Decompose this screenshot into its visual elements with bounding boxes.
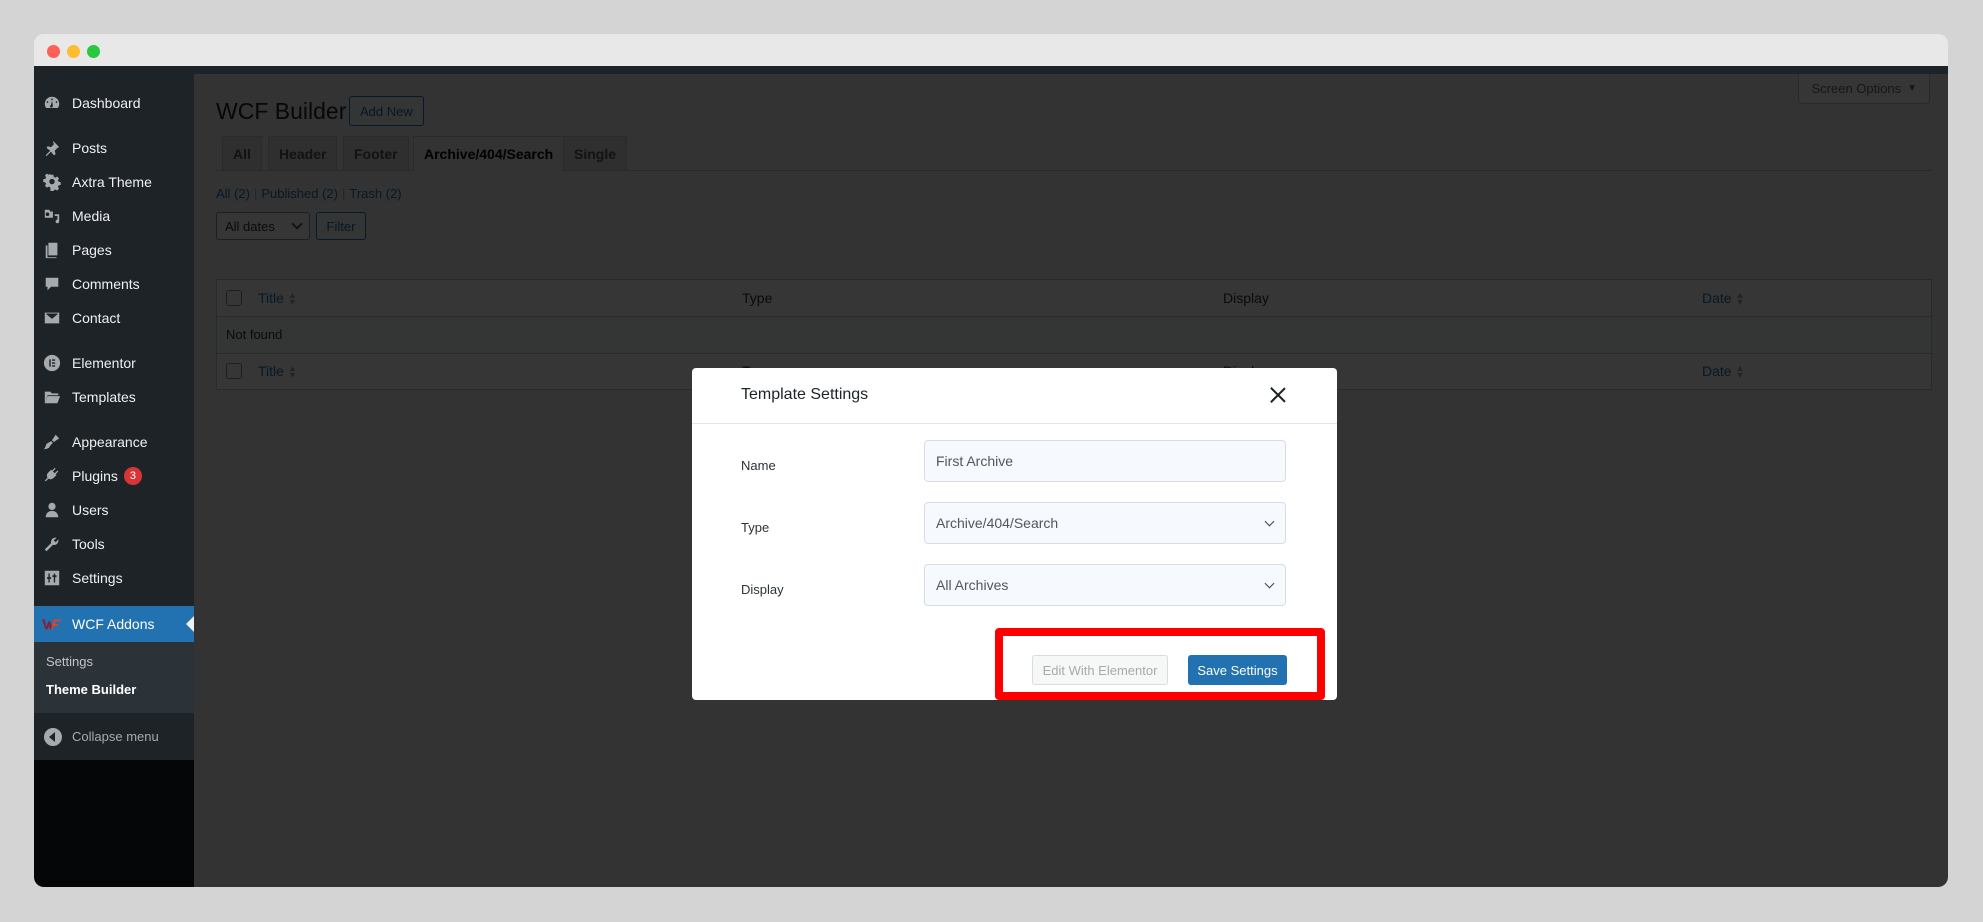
- sidebar-item-label: Templates: [72, 389, 136, 405]
- dashboard-icon: [42, 93, 62, 113]
- sidebar-item-label: Axtra Theme: [72, 174, 152, 190]
- plug-icon: [42, 466, 62, 486]
- sliders-icon: [42, 568, 62, 588]
- wcf-addons-submenu: Settings Theme Builder: [34, 642, 194, 713]
- folder-icon: [42, 387, 62, 407]
- sidebar-item-media[interactable]: Media: [34, 199, 194, 233]
- sidebar-item-appearance[interactable]: Appearance: [34, 425, 194, 459]
- sidebar-item-dashboard[interactable]: Dashboard: [34, 86, 194, 120]
- submenu-item-theme-builder[interactable]: Theme Builder: [46, 682, 136, 697]
- gear-icon: [42, 172, 62, 192]
- comment-icon: [42, 274, 62, 294]
- maximize-window-button[interactable]: [87, 45, 100, 58]
- sidebar-item-axtra-theme[interactable]: Axtra Theme: [34, 165, 194, 199]
- display-select[interactable]: All Archives: [924, 564, 1286, 606]
- sidebar-item-label: Plugins: [72, 468, 118, 484]
- pages-icon: [42, 240, 62, 260]
- sidebar-item-plugins[interactable]: Plugins 3: [34, 459, 194, 493]
- sidebar-item-templates[interactable]: Templates: [34, 380, 194, 414]
- collapse-menu-label: Collapse menu: [72, 729, 159, 744]
- display-select-value: All Archives: [936, 577, 1009, 593]
- submenu-item-settings[interactable]: Settings: [46, 654, 93, 669]
- admin-bar: [34, 66, 1948, 74]
- sidebar-item-label: WCF Addons: [72, 616, 155, 632]
- active-indicator: [186, 616, 194, 632]
- paintbrush-icon: [42, 432, 62, 452]
- window-titlebar: [34, 34, 1948, 66]
- sidebar-item-comments[interactable]: Comments: [34, 267, 194, 301]
- sidebar-item-pages[interactable]: Pages: [34, 233, 194, 267]
- sidebar-item-users[interactable]: Users: [34, 493, 194, 527]
- admin-menu: Dashboard Posts Axtra Theme Media Pages: [34, 74, 194, 713]
- wcf-logo-icon: [42, 614, 62, 634]
- close-icon[interactable]: [1269, 386, 1287, 404]
- chevron-down-icon: [1264, 578, 1275, 589]
- template-settings-modal: Template Settings Name First Archive Typ…: [692, 368, 1337, 700]
- sidebar-item-label: Pages: [72, 242, 112, 258]
- sidebar-item-posts[interactable]: Posts: [34, 131, 194, 165]
- sidebar-item-label: Appearance: [72, 434, 148, 450]
- sidebar-item-label: Tools: [72, 536, 105, 552]
- name-input-value: First Archive: [936, 453, 1014, 469]
- collapse-arrow-icon: [44, 727, 62, 746]
- sidebar-item-label: Elementor: [72, 355, 136, 371]
- name-input[interactable]: First Archive: [924, 440, 1286, 482]
- media-icon: [42, 206, 62, 226]
- plugins-update-badge: 3: [123, 467, 142, 485]
- type-label: Type: [741, 520, 770, 535]
- user-icon: [42, 500, 62, 520]
- sidebar-item-label: Media: [72, 208, 111, 224]
- close-window-button[interactable]: [47, 45, 60, 58]
- save-settings-button[interactable]: Save Settings: [1188, 655, 1287, 685]
- pin-icon: [42, 138, 62, 158]
- sidebar-item-wcf-addons[interactable]: WCF Addons: [34, 606, 194, 642]
- modal-header: Template Settings: [692, 368, 1337, 424]
- chevron-down-icon: [1264, 516, 1275, 527]
- wrench-icon: [42, 534, 62, 554]
- sidebar-item-label: Comments: [72, 276, 140, 292]
- sidebar-item-label: Users: [72, 502, 109, 518]
- sidebar-item-elementor[interactable]: Elementor: [34, 346, 194, 380]
- sidebar-item-label: Settings: [72, 570, 123, 586]
- modal-title: Template Settings: [741, 386, 869, 403]
- name-label: Name: [741, 458, 776, 473]
- sidebar-item-settings[interactable]: Settings: [34, 561, 194, 595]
- type-select-value: Archive/404/Search: [936, 515, 1059, 531]
- sidebar-item-label: Posts: [72, 140, 108, 156]
- sidebar-item-contact[interactable]: Contact: [34, 301, 194, 335]
- sidebar-item-label: Dashboard: [72, 95, 141, 111]
- sidebar-item-label: Contact: [72, 310, 121, 326]
- envelope-icon: [42, 308, 62, 328]
- display-label: Display: [741, 582, 784, 597]
- elementor-icon: [42, 353, 62, 373]
- admin-sidebar: Dashboard Posts Axtra Theme Media Pages: [34, 74, 194, 887]
- collapse-menu-button[interactable]: Collapse menu: [34, 713, 194, 760]
- type-select[interactable]: Archive/404/Search: [924, 502, 1286, 544]
- minimize-window-button[interactable]: [67, 45, 80, 58]
- sidebar-item-tools[interactable]: Tools: [34, 527, 194, 561]
- edit-with-elementor-button[interactable]: Edit With Elementor: [1032, 655, 1168, 685]
